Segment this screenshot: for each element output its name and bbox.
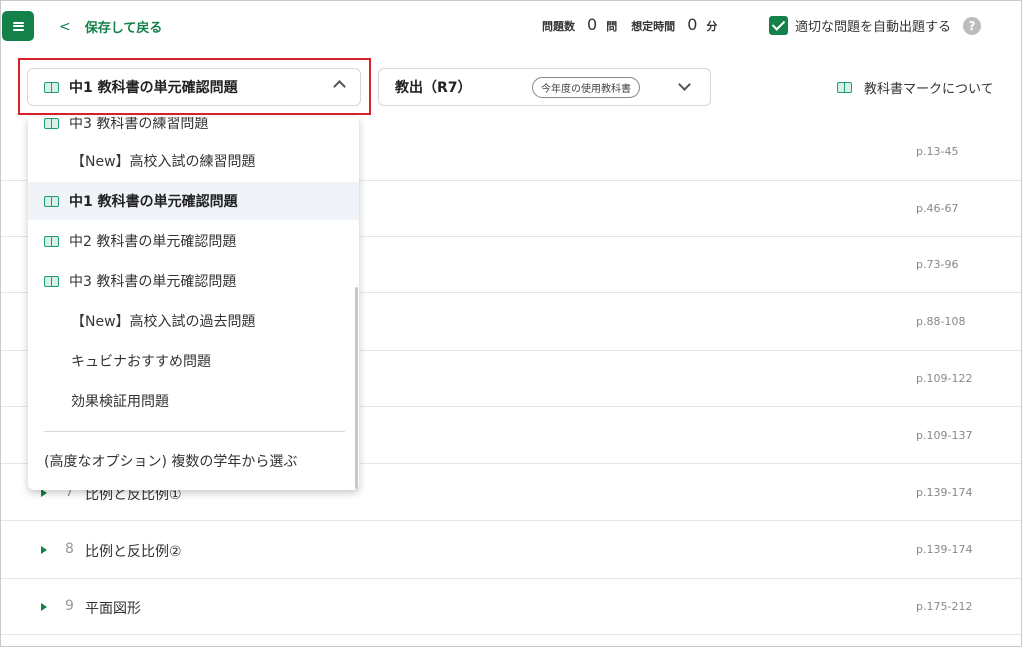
question-unit: 問 xyxy=(606,20,618,33)
dropdown-scrollbar[interactable] xyxy=(355,287,358,489)
textbook-mark-info-link[interactable]: 教科書マークについて xyxy=(837,78,994,97)
chevron-up-icon xyxy=(333,80,346,93)
chapter-number: 8 xyxy=(65,541,74,557)
chevron-down-icon xyxy=(678,78,691,91)
advanced-option-label: (高度なオプション) 複数の学年から選ぶ xyxy=(44,454,298,470)
chapter-name: 比例と反比例② xyxy=(85,544,182,560)
advanced-option-item[interactable]: (高度なオプション) 複数の学年から選ぶ xyxy=(28,442,359,480)
chapter-pages: p.13-45 xyxy=(916,145,959,158)
question-count-label: 問題数 xyxy=(542,20,575,33)
back-link[interactable]: < 保存して戻る xyxy=(59,17,163,37)
chapter-row[interactable]: 8 比例と反比例② p.139-174 xyxy=(1,521,1021,579)
grade-selector[interactable]: 中1 教科書の単元確認問題 xyxy=(27,68,361,106)
chapter-pages: p.139-174 xyxy=(916,486,973,499)
dropdown-item[interactable]: 中2 教科書の単元確認問題 xyxy=(28,222,359,260)
question-count: 0 xyxy=(587,15,598,34)
chapter-pages: p.88-108 xyxy=(916,315,966,328)
dropdown-item[interactable]: 中1 教科書の単元確認問題 xyxy=(28,182,359,220)
chapter-pages: p.175-212 xyxy=(916,600,973,613)
expand-triangle-icon[interactable] xyxy=(41,489,47,497)
textbook-mark-icon xyxy=(44,235,59,247)
time-label: 想定時間 xyxy=(631,20,676,33)
time-value: 0 xyxy=(687,15,698,34)
dropdown-item-label: 中3 教科書の単元確認問題 xyxy=(69,274,237,290)
dropdown-item-label: 【New】高校入試の過去問題 xyxy=(71,314,256,330)
dropdown-item[interactable]: キュビナおすすめ問題 xyxy=(28,342,359,380)
chevron-left-icon: < xyxy=(59,18,71,35)
textbook-mark-icon xyxy=(44,81,59,93)
auto-assign-toggle[interactable]: 適切な問題を自動出題する ? xyxy=(769,16,982,35)
chapter-name: 平面図形 xyxy=(85,601,141,617)
dropdown-item-label: 中1 教科書の単元確認問題 xyxy=(69,194,238,210)
textbook-mark-info-label: 教科書マークについて xyxy=(864,82,994,97)
time-unit: 分 xyxy=(706,20,718,33)
dropdown-item-label: 効果検証用問題 xyxy=(71,394,169,410)
expand-triangle-icon[interactable] xyxy=(41,546,47,554)
dropdown-item-label: 中3 教科書の練習問題 xyxy=(69,117,209,132)
chapter-pages: p.73-96 xyxy=(916,258,959,271)
dropdown-item-label: 中2 教科書の単元確認問題 xyxy=(69,234,237,250)
dropdown-divider xyxy=(44,431,345,432)
chapter-pages: p.109-137 xyxy=(916,429,973,442)
current-textbook-badge: 今年度の使用教科書 xyxy=(532,77,640,98)
textbook-mark-icon xyxy=(44,275,59,287)
chapter-pages: p.139-174 xyxy=(916,543,973,556)
help-icon[interactable]: ? xyxy=(963,16,982,35)
hamburger-icon xyxy=(12,21,24,31)
app-frame: < 保存して戻る 問題数 0 問 想定時間 0 分 適切な問題を自動出題する ?… xyxy=(0,0,1022,647)
chapter-pages: p.46-67 xyxy=(916,202,959,215)
textbook-mark-icon xyxy=(837,82,852,93)
dropdown-item[interactable]: 中3 教科書の練習問題 xyxy=(28,117,359,142)
dropdown-item[interactable]: 【New】高校入試の練習問題 xyxy=(28,142,359,180)
auto-assign-checkbox[interactable] xyxy=(769,16,788,35)
grade-dropdown-menu: 中3 教科書の練習問題【New】高校入試の練習問題 中1 教科書の単元確認問題 中2… xyxy=(28,117,359,490)
question-stats: 問題数 0 問 想定時間 0 分 xyxy=(542,15,717,34)
expand-triangle-icon[interactable] xyxy=(41,603,47,611)
back-label: 保存して戻る xyxy=(84,21,163,36)
dropdown-item[interactable]: 中3 教科書の単元確認問題 xyxy=(28,262,359,300)
textbook-selector-value: 教出（R7） xyxy=(395,80,472,96)
grade-selector-value: 中1 教科書の単元確認問題 xyxy=(69,80,238,96)
chapter-row[interactable]: 9 平面図形 p.175-212 xyxy=(1,579,1021,635)
chapter-number: 9 xyxy=(65,598,74,614)
textbook-mark-icon xyxy=(44,195,59,207)
dropdown-item[interactable]: 効果検証用問題 xyxy=(28,382,359,420)
menu-button[interactable] xyxy=(2,11,34,41)
dropdown-item-label: キュビナおすすめ問題 xyxy=(71,354,211,370)
textbook-selector[interactable]: 教出（R7） 今年度の使用教科書 xyxy=(378,68,711,106)
auto-assign-label: 適切な問題を自動出題する xyxy=(795,20,952,35)
chapter-pages: p.109-122 xyxy=(916,372,973,385)
dropdown-item[interactable]: 【New】高校入試の過去問題 xyxy=(28,302,359,340)
textbook-mark-icon xyxy=(44,117,59,129)
dropdown-item-label: 【New】高校入試の練習問題 xyxy=(71,154,256,170)
